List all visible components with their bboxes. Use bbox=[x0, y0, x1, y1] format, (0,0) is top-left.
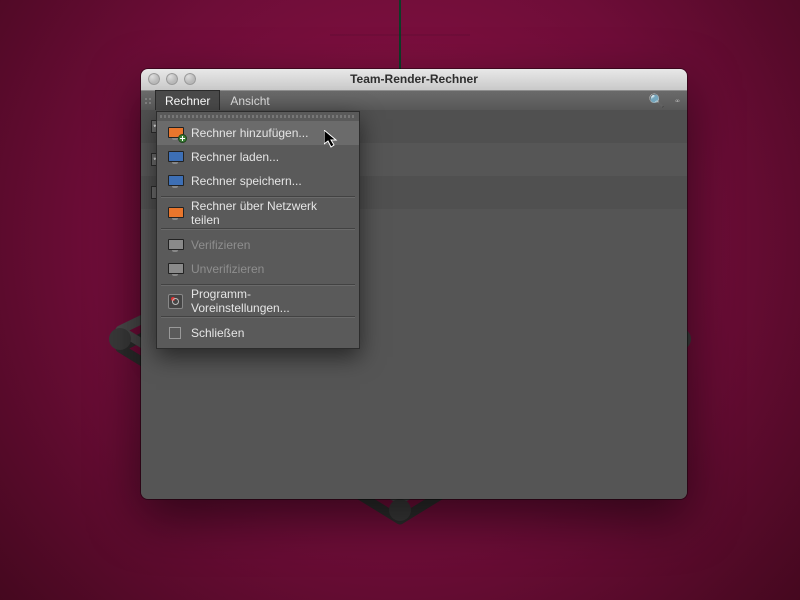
window-titlebar[interactable]: Team-Render-Rechner bbox=[141, 69, 687, 91]
menu-item-load-machines[interactable]: Rechner laden... bbox=[157, 145, 359, 169]
menu-separator bbox=[161, 284, 355, 286]
menu-ansicht[interactable]: Ansicht bbox=[220, 91, 279, 111]
menu-item-label: Rechner speichern... bbox=[191, 174, 302, 188]
monitor-save-icon bbox=[167, 174, 183, 188]
menu-item-save-machines[interactable]: Rechner speichern... bbox=[157, 169, 359, 193]
minimize-light[interactable] bbox=[166, 73, 178, 85]
menubar-grip-icon[interactable] bbox=[141, 91, 155, 111]
menu-separator bbox=[161, 316, 355, 318]
monitor-gray-icon bbox=[167, 262, 183, 276]
menu-rechner[interactable]: Rechner bbox=[155, 90, 220, 111]
menu-item-label: Rechner über Netzwerk teilen bbox=[191, 199, 349, 227]
monitor-add-icon bbox=[167, 126, 183, 140]
menu-item-share-network[interactable]: Rechner über Netzwerk teilen bbox=[157, 201, 359, 225]
monitor-gray-icon bbox=[167, 238, 183, 252]
menu-separator bbox=[161, 196, 355, 198]
rechner-dropdown: Rechner hinzufügen... Rechner laden... R… bbox=[156, 111, 360, 349]
traffic-lights bbox=[148, 73, 196, 85]
menu-item-label: Unverifizieren bbox=[191, 262, 264, 276]
menu-item-close[interactable]: Schließen bbox=[157, 321, 359, 345]
menu-separator bbox=[161, 228, 355, 230]
menu-item-label: Schließen bbox=[191, 326, 244, 340]
menu-item-preferences[interactable]: Programm-Voreinstellungen... bbox=[157, 289, 359, 313]
menu-item-verify: Verifizieren bbox=[157, 233, 359, 257]
menu-item-label: Verifizieren bbox=[191, 238, 250, 252]
window-title: Team-Render-Rechner bbox=[350, 72, 478, 86]
close-light[interactable] bbox=[148, 73, 160, 85]
menu-item-add-machine[interactable]: Rechner hinzufügen... bbox=[157, 121, 359, 145]
preferences-icon bbox=[167, 294, 183, 308]
menu-item-label: Rechner hinzufügen... bbox=[191, 126, 308, 140]
zoom-light[interactable] bbox=[184, 73, 196, 85]
monitor-load-icon bbox=[167, 150, 183, 164]
menubar: Rechner Ansicht 🔍 ◦◦ bbox=[141, 91, 687, 112]
square-icon bbox=[167, 326, 183, 340]
menu-item-unverify: Unverifizieren bbox=[157, 257, 359, 281]
menu-item-label: Rechner laden... bbox=[191, 150, 279, 164]
search-icon[interactable]: 🔍 bbox=[649, 93, 665, 109]
options-icon[interactable]: ◦◦ bbox=[675, 96, 678, 107]
monitor-network-icon bbox=[167, 206, 183, 220]
menu-item-label: Programm-Voreinstellungen... bbox=[191, 287, 349, 315]
